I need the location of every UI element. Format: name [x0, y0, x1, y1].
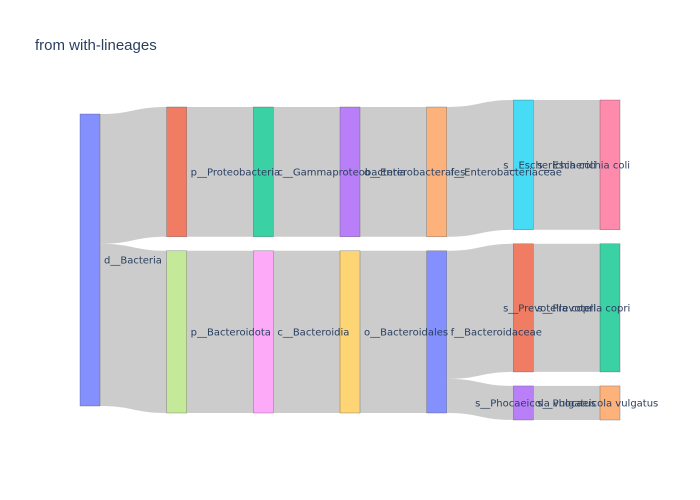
node-label-d: d__Bacteria [104, 256, 162, 267]
link-d-to-p_bact[interactable] [100, 243, 167, 413]
node-label-t_prev: s__Prevotella copri [503, 303, 596, 314]
node-label-o_bact: o__Bacteroidales [364, 327, 448, 338]
node-label-p_prot: p__Proteobacteria [191, 167, 280, 178]
node-d[interactable] [79, 113, 101, 407]
node-label-t_ecoli: s__Escherichia coli [503, 160, 596, 171]
link-d-to-p_prot[interactable] [100, 107, 167, 244]
node-label-t_phoc: s__Phocaeicola vulgatus [475, 398, 596, 409]
chart-title: from with-lineages [35, 37, 157, 54]
node-label-c_bact: c__Bacteroidia [277, 327, 349, 338]
node-label-p_bact: p__Bacteroidota [191, 327, 271, 338]
node-label-f_bact: f__Bacteroidaceae [451, 327, 542, 338]
node-p_prot[interactable] [166, 106, 187, 238]
node-p_bact[interactable] [166, 250, 187, 414]
sankey-chart: from with-lineages d__Bacteria p__Proteob… [0, 0, 700, 500]
